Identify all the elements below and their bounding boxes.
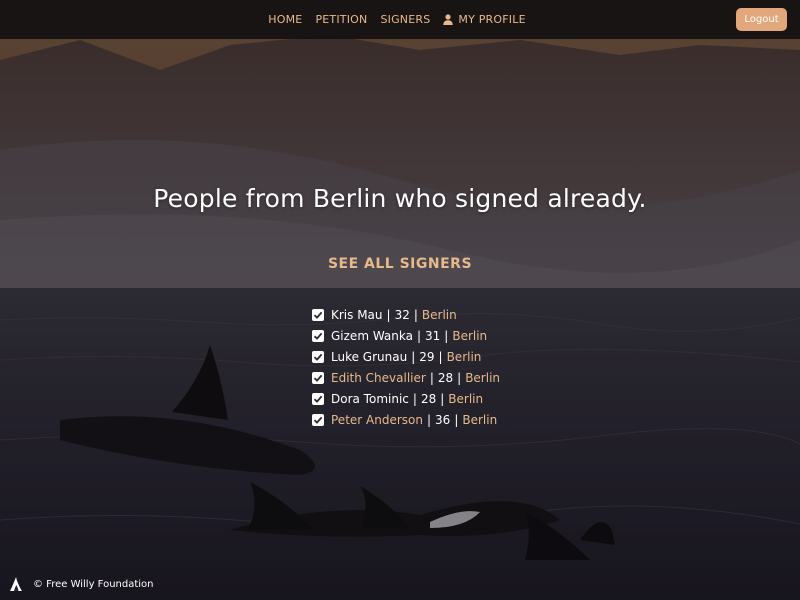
- signer-row: Dora Tominic | 28 | Berlin: [312, 388, 500, 409]
- nav-my-profile-link[interactable]: MY PROFILE: [443, 13, 526, 26]
- footer: © Free Willy Foundation: [9, 576, 154, 592]
- signer-name-link[interactable]: Peter Anderson: [331, 413, 423, 427]
- top-navbar: HOME PETITION SIGNERS MY PROFILE Logout: [0, 0, 800, 39]
- signer-name: Gizem Wanka: [331, 328, 413, 343]
- signer-city-link[interactable]: Berlin: [448, 392, 483, 406]
- signer-name: Dora Tominic: [331, 391, 409, 406]
- check-icon: [312, 371, 324, 384]
- signers-list: Kris Mau | 32 | Berlin Gizem Wanka | 31 | Be…: [312, 304, 500, 430]
- nav-home-label: HOME: [268, 13, 303, 26]
- signer-name-link[interactable]: Edith Chevallier: [331, 371, 426, 385]
- nav-signers-label: SIGNERS: [380, 13, 431, 26]
- nav-signers-link[interactable]: SIGNERS: [380, 13, 430, 26]
- signer-city-link[interactable]: Berlin: [465, 371, 500, 385]
- check-icon: [312, 413, 324, 426]
- signer-row: Kris Mau | 32 | Berlin: [312, 304, 500, 325]
- signer-city-link[interactable]: Berlin: [422, 308, 457, 322]
- signer-row: Luke Grunau | 29 | Berlin: [312, 346, 500, 367]
- signer-name: Luke Grunau: [331, 349, 408, 364]
- signer-row: Peter Anderson | 36 | Berlin: [312, 409, 500, 430]
- signer-age: 36: [435, 412, 451, 427]
- user-icon: [443, 14, 454, 25]
- signer-age: 32: [394, 307, 410, 322]
- background-image: [0, 0, 800, 600]
- footer-copyright: © Free Willy Foundation: [33, 578, 154, 590]
- signer-city-link[interactable]: Berlin: [462, 413, 497, 427]
- nav-links: HOME PETITION SIGNERS MY PROFILE: [268, 13, 525, 26]
- signer-name: Kris Mau: [331, 307, 383, 322]
- nav-my-profile-label: MY PROFILE: [458, 13, 526, 26]
- nav-petition-label: PETITION: [315, 13, 368, 26]
- nav-petition-link[interactable]: PETITION: [315, 13, 367, 26]
- see-all-signers-link[interactable]: SEE ALL SIGNERS: [0, 256, 800, 272]
- check-icon: [312, 308, 324, 321]
- check-icon: [312, 350, 324, 363]
- signer-city-link[interactable]: Berlin: [447, 350, 482, 364]
- page-title: People from Berlin who signed already.: [153, 184, 647, 213]
- signer-age: 28: [420, 391, 437, 406]
- signer-row: Gizem Wanka | 31 | Berlin: [312, 325, 500, 346]
- signer-age: 31: [425, 328, 441, 343]
- orca-logo-icon: [10, 577, 22, 591]
- logout-button[interactable]: Logout: [736, 8, 787, 31]
- nav-home-link[interactable]: HOME: [268, 13, 302, 26]
- check-icon: [312, 392, 324, 405]
- signer-row: Edith Chevallier | 28 | Berlin: [312, 367, 500, 388]
- signer-age: 29: [419, 349, 435, 364]
- check-icon: [312, 329, 324, 342]
- signer-age: 28: [437, 370, 454, 385]
- signer-city-link[interactable]: Berlin: [452, 329, 487, 343]
